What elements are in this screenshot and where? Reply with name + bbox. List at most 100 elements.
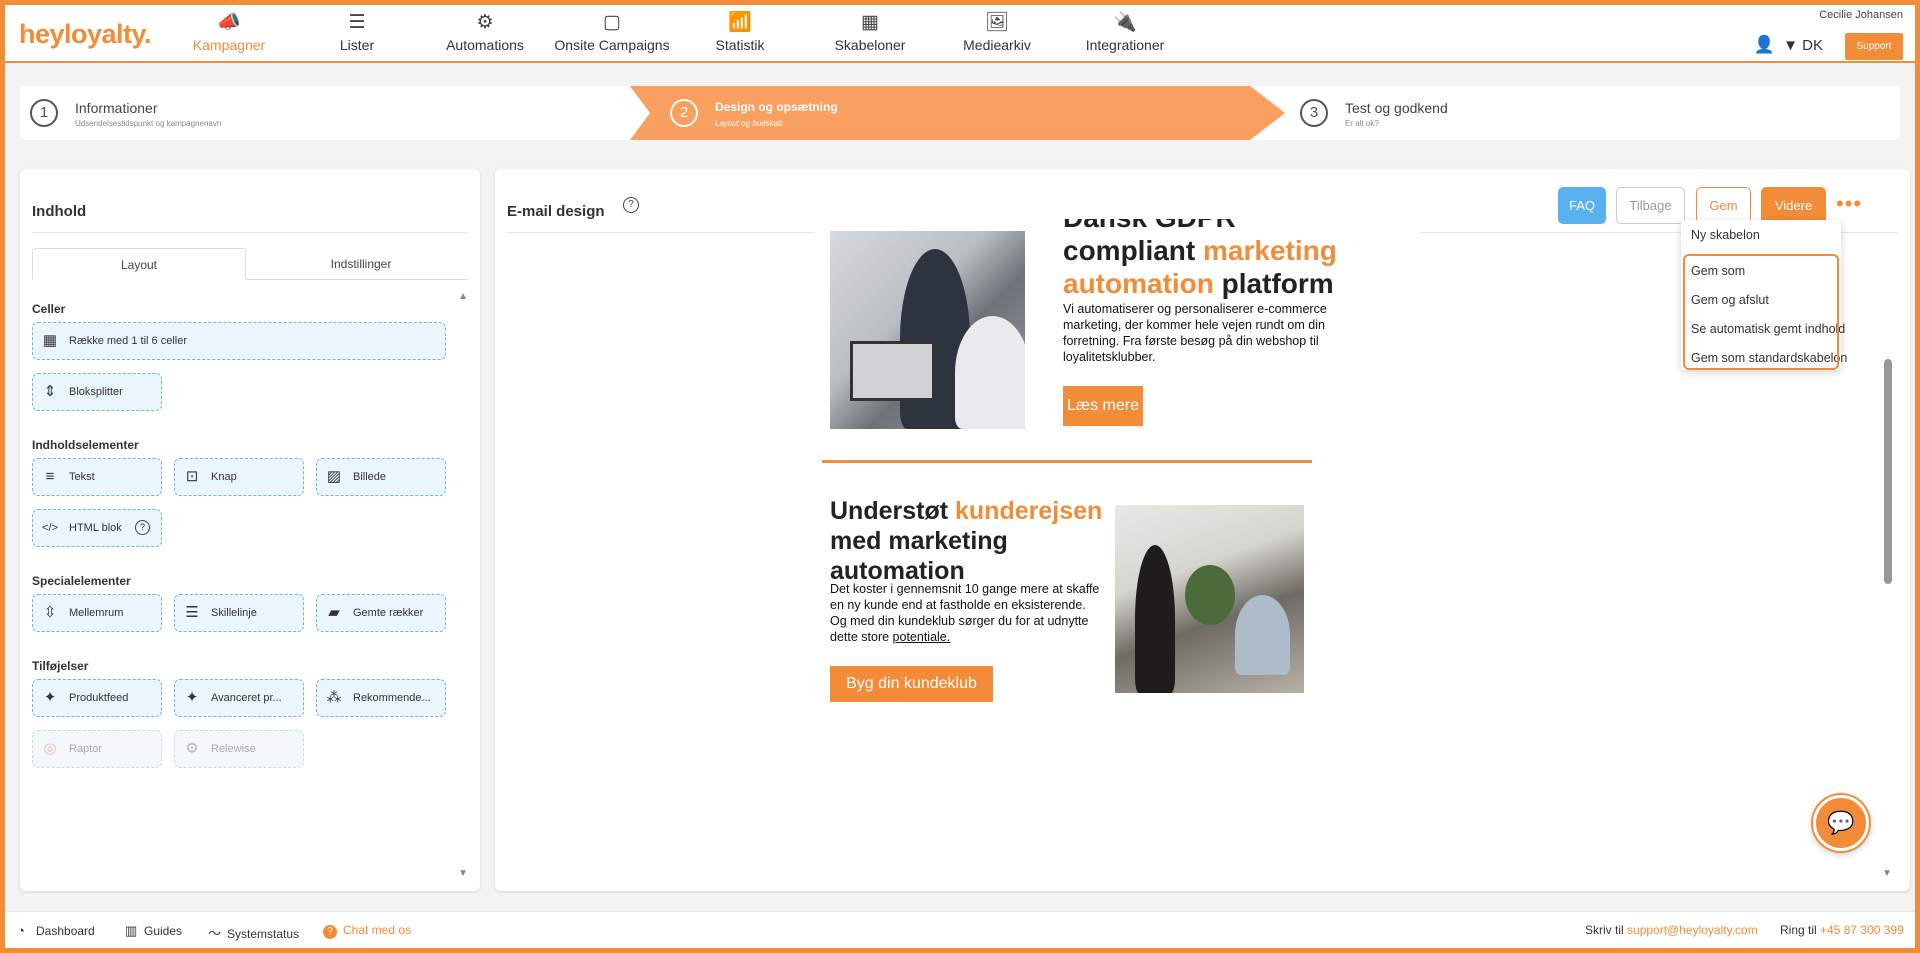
language-selector[interactable]: ▼ DK: [1783, 37, 1823, 54]
headline-text: platform: [1213, 268, 1334, 299]
step-test[interactable]: 3 Test og godkend Er alt ok?: [1290, 86, 1890, 140]
footer-guides[interactable]: ▥ Guides: [125, 923, 182, 939]
bar-chart-icon: 📶: [728, 12, 752, 33]
menu-gem-og-afslut[interactable]: Gem og afslut: [1691, 293, 1769, 307]
office-photo[interactable]: [830, 231, 1025, 429]
headline-text: Understøt: [830, 497, 955, 525]
nav-label: Lister: [339, 37, 375, 53]
block-produktfeed[interactable]: ✦ Produktfeed: [32, 679, 162, 717]
tab-layout[interactable]: Layout: [32, 248, 246, 280]
menu-ny-skabelon[interactable]: Ny skabelon: [1691, 228, 1760, 242]
block-rekommendering[interactable]: ⁂ Rekommende...: [316, 679, 446, 717]
scroll-up-arrow-icon[interactable]: ▲: [458, 291, 468, 302]
menu-se-automatisk-gemt[interactable]: Se automatisk gemt indhold: [1691, 322, 1845, 336]
headline-2[interactable]: Understøt kunderejsen med marketing auto…: [830, 496, 1110, 586]
block-label: Skillelinje: [211, 607, 257, 619]
pulse-icon: 〜: [208, 926, 222, 941]
footer-label: Dashboard: [36, 924, 95, 938]
raptor-icon: ◎: [43, 740, 57, 757]
block-skillelinje[interactable]: ☰ Skillelinje: [174, 594, 304, 632]
email-design-panel: E-mail design ? FAQ Tilbage Gem Videre •…: [495, 169, 1910, 891]
headline-text: compliant: [1063, 235, 1204, 266]
byg-kundeklub-button[interactable]: Byg din kundeklub: [830, 666, 993, 702]
next-button[interactable]: Videre: [1761, 187, 1826, 224]
support-button[interactable]: Support: [1845, 33, 1903, 60]
content-panel: Indhold Layout Indstillinger ▲ Celler ▦ …: [20, 169, 480, 891]
block-relewise: ⚙ Relewise: [174, 730, 304, 768]
block-bloksplitter[interactable]: ⇕ Bloksplitter: [32, 373, 162, 411]
paragraph-1[interactable]: Vi automatiserer og personaliserer e-com…: [1063, 301, 1353, 365]
headline-text: Dansk GDPR: [1063, 219, 1236, 233]
paragraph-link[interactable]: potentiale.: [893, 630, 951, 644]
menu-gem-som[interactable]: Gem som: [1691, 264, 1745, 278]
paragraph-2[interactable]: Det koster i gennemsnit 10 gange mere at…: [830, 581, 1105, 645]
step-informationer[interactable]: 1 Informationer Udsendelsestidspunkt og …: [20, 86, 630, 140]
step-design[interactable]: 2 Design og opsætning Layout og budskab: [660, 86, 1260, 140]
block-gemte-raekker[interactable]: ▰ Gemte rækker: [316, 594, 446, 632]
gears-icon: ⚙: [476, 12, 494, 33]
support-phone-link[interactable]: +45 87 300 399: [1820, 923, 1904, 937]
nav-lister[interactable]: ☰ Lister: [287, 11, 427, 53]
panel-title: E-mail design: [507, 203, 605, 220]
scrollbar[interactable]: [1884, 359, 1892, 584]
user-name: Cecilie Johansen: [1819, 9, 1903, 21]
block-tekst[interactable]: ≡ Tekst: [32, 458, 162, 496]
person-figure: [1235, 595, 1290, 675]
nav-onsite-campaigns[interactable]: ▢ Onsite Campaigns: [542, 11, 682, 53]
help-icon[interactable]: ?: [135, 520, 150, 535]
nav-kampagner[interactable]: 📣 Kampagner: [159, 11, 299, 53]
block-avanceret[interactable]: ✦ Avanceret pr...: [174, 679, 304, 717]
more-options-icon[interactable]: •••: [1836, 191, 1862, 217]
section-indholdselementer: Indholdselementer: [32, 438, 139, 452]
block-raekke[interactable]: ▦ Række med 1 til 6 celler: [32, 322, 446, 360]
nav-statistik[interactable]: 📶 Statistik: [670, 11, 810, 53]
footer-dashboard[interactable]: ◔ Dashboard: [17, 923, 95, 938]
image-icon: 🖼: [984, 12, 1010, 33]
orange-divider: [822, 460, 1312, 463]
back-button[interactable]: Tilbage: [1616, 187, 1685, 224]
laes-mere-button[interactable]: Læs mere: [1063, 386, 1143, 426]
nav-integrationer[interactable]: 🔌 Integrationer: [1055, 11, 1195, 53]
block-knap[interactable]: ⊡ Knap: [174, 458, 304, 496]
block-billede[interactable]: ▨ Billede: [316, 458, 446, 496]
headline-text: med marketing automation: [830, 527, 1008, 585]
support-email-link[interactable]: support@heyloyalty.com: [1627, 923, 1758, 937]
person-figure: [1135, 545, 1175, 693]
chat-icon[interactable]: 💬: [1813, 795, 1869, 851]
feed-advanced-icon: ✦: [185, 689, 199, 706]
image-icon: ▨: [326, 468, 342, 485]
scroll-down-arrow-icon[interactable]: ▼: [1882, 868, 1892, 879]
save-button[interactable]: Gem: [1696, 187, 1751, 224]
footer-systemstatus[interactable]: 〜 Systemstatus: [208, 923, 299, 942]
tab-indstillinger[interactable]: Indstillinger: [254, 248, 468, 280]
block-label: Billede: [353, 471, 387, 483]
headline-1[interactable]: Dansk GDPR compliant marketing automatio…: [1063, 219, 1363, 300]
email-canvas[interactable]: Dansk GDPR compliant marketing automatio…: [815, 219, 1420, 891]
step-subtitle: Layout og budskab: [715, 119, 783, 128]
section-celler: Celler: [32, 302, 66, 316]
nav-mediearkiv[interactable]: 🖼 Mediearkiv: [927, 11, 1067, 53]
help-icon[interactable]: ?: [623, 197, 639, 213]
more-options-dropdown: Ny skabelon Gem som Gem og afslut Se aut…: [1681, 220, 1847, 370]
block-label: Række med 1 til 6 celler: [69, 335, 187, 347]
step-number: 1: [30, 99, 58, 127]
faq-button[interactable]: FAQ: [1558, 187, 1606, 224]
block-mellemrum[interactable]: ⇳ Mellemrum: [32, 594, 162, 632]
heyloyalty-logo[interactable]: heyloyalty.: [19, 19, 152, 50]
step-subtitle: Er alt ok?: [1345, 119, 1379, 128]
plant-shape: [1185, 565, 1235, 625]
nav-automations[interactable]: ⚙ Automations: [415, 11, 555, 53]
block-html[interactable]: </> HTML blok ?: [32, 509, 162, 547]
nav-skabeloner[interactable]: ▦ Skabeloner: [800, 11, 940, 53]
scroll-down-arrow-icon[interactable]: ▼: [458, 868, 468, 879]
menu-gem-som-standard[interactable]: Gem som standardskabelon: [1691, 351, 1847, 365]
meeting-photo[interactable]: [1115, 505, 1304, 693]
block-label: Avanceret pr...: [211, 692, 282, 704]
megaphone-icon: 📣: [217, 12, 241, 33]
user-settings-icon[interactable]: 👤: [1754, 35, 1775, 55]
campaign-stepper: 1 Informationer Udsendelsestidspunkt og …: [20, 86, 1900, 140]
divider: [32, 232, 468, 233]
footer-label: Systemstatus: [227, 927, 300, 941]
footer-chat[interactable]: ? Chat med os: [323, 923, 411, 939]
section-specialelementer: Specialelementer: [32, 574, 131, 588]
